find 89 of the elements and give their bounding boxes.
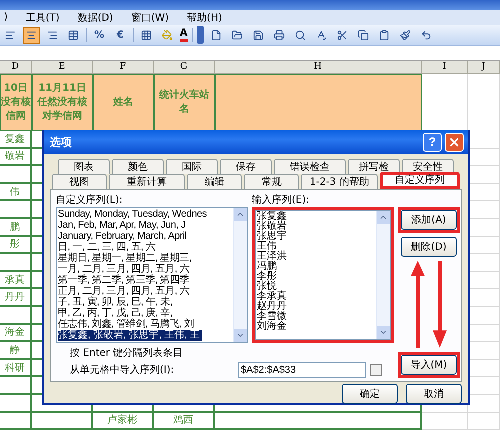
delete-button[interactable]: 删除(D) (401, 237, 457, 257)
tab[interactable]: 国际 (166, 159, 218, 174)
header-text: 姓名 (114, 96, 134, 110)
table-cell (422, 412, 468, 430)
header-text: 统计火车站 名 (160, 88, 210, 116)
header-text: 10日 没有核 信网 (1, 82, 31, 124)
cell-text: 科研 (5, 362, 25, 375)
cell-text: 彤 (10, 238, 20, 252)
entry-text: 王伟 (257, 242, 277, 252)
scroll-up-icon[interactable] (236, 210, 245, 219)
import-button[interactable]: 导入(M) (401, 355, 457, 375)
table-cell (0, 394, 32, 412)
cell-text: 丹丹 (5, 291, 25, 304)
entry-text: 王泽洪 (257, 252, 288, 262)
cell-text: 伟 (10, 186, 20, 199)
cancel-button[interactable]: 取消 (406, 384, 462, 404)
list-item[interactable]: Sunday, Monday, Tuesday, Wednes (58, 209, 209, 220)
list-item[interactable]: January, February, March, April (58, 231, 189, 242)
list-item[interactable]: 正月, 二月, 三月, 四月, 五月, 六 (58, 286, 192, 297)
cell-text: 海金 (5, 326, 25, 340)
ok-button[interactable]: 确定 (342, 384, 398, 404)
menu-item[interactable]: 窗口(W) (131, 10, 170, 24)
menu-item[interactable]: 数据(D) (78, 10, 114, 24)
tab[interactable]: 图表 (58, 159, 110, 174)
tab[interactable]: 常规 (244, 174, 300, 189)
format-button[interactable]: € (112, 26, 129, 44)
cell-text: 承真 (5, 274, 25, 287)
entry-text: 张悦 (257, 282, 277, 292)
table-cell (468, 412, 500, 430)
custom-lists-listbox[interactable] (56, 207, 248, 343)
tab[interactable]: 自定义序列 (380, 172, 460, 189)
table-cell (0, 412, 32, 430)
menu-item[interactable]: ) (4, 12, 8, 23)
list-item[interactable]: 任志伟, 刘鑫, 管维剑, 马腾飞, 刘 (58, 319, 196, 330)
toolbar-grip[interactable] (196, 26, 204, 44)
scrollbar[interactable] (376, 211, 390, 339)
list-item[interactable]: 一月, 二月, 三月, 四月, 五月, 六 (58, 264, 192, 275)
scroll-down-icon[interactable] (379, 328, 388, 337)
cell-text: 静 (10, 344, 20, 357)
menu-item[interactable]: 工具(T) (26, 10, 60, 24)
cell-text: 卢家彬 (108, 414, 138, 428)
list-item[interactable]: 子, 丑, 寅, 卯, 辰, 巳, 午, 未, (58, 297, 175, 308)
close-button[interactable] (445, 132, 464, 152)
cell-text: 鹏 (10, 220, 20, 234)
field-label: 自定义序列(L): (56, 194, 124, 207)
entry-text: 刘海金 (257, 322, 288, 332)
tab[interactable]: 编辑 (187, 174, 242, 189)
cell-text: 敬岩 (5, 150, 25, 164)
tab[interactable]: 重新计算 (109, 174, 186, 189)
align-center-icon[interactable] (23, 26, 40, 44)
list-item[interactable]: 第一季, 第二季, 第三季, 第四季 (58, 275, 192, 286)
entry-text: 赵丹丹 (257, 302, 288, 312)
entry-text: 李彤 (257, 272, 278, 282)
tab[interactable]: 拼写检 (348, 159, 400, 174)
tab[interactable]: 1-2-3 的帮助 (301, 174, 378, 189)
field-label: 输入序列(E): (252, 194, 310, 207)
entry-text: 李承真 (257, 292, 288, 302)
list-item[interactable]: 甲, 乙, 丙, 丁, 戊, 己, 庚, 辛, (58, 308, 175, 319)
font-color-button[interactable]: A (180, 28, 188, 42)
entry-text: 张敬岩 (257, 222, 288, 232)
entry-text: 冯鹏 (257, 262, 278, 272)
list-item[interactable]: Jan, Feb, Mar, Apr, May, Jun, J (58, 220, 188, 231)
dialog-title: 选项 (50, 134, 73, 150)
entry-text: 张思宇 (257, 232, 288, 242)
entries-textarea[interactable]: 张复鑫 张敬岩 张思宇 王伟 王泽洪 冯鹏 李彤 张悦 李承真 赵丹丹 李雪微 刘海金 (255, 210, 391, 340)
scroll-down-icon[interactable] (236, 331, 245, 340)
format-button[interactable]: % (91, 26, 108, 44)
entry-text: 李雪微 (257, 312, 288, 322)
list-item[interactable]: 星期日, 星期一, 星期二, 星期三, (58, 253, 194, 264)
hint-text: 按 Enter 键分隔列表条目 (69, 346, 184, 360)
close-icon (448, 136, 461, 148)
list-item[interactable]: 日, 一, 二, 三, 四, 五, 六 (58, 242, 158, 253)
tab[interactable]: 颜色 (112, 159, 164, 174)
cell-text: 鸡西 (174, 414, 194, 428)
scroll-up-icon[interactable] (379, 213, 388, 222)
tab[interactable]: 错误检查 (274, 159, 346, 174)
cell-text: 复鑫 (5, 132, 25, 146)
help-button[interactable]: ? (423, 132, 442, 152)
entry-text: 张复鑫 (257, 212, 288, 222)
collapse-dialog-button[interactable] (370, 364, 382, 376)
range-field[interactable]: $A$2:$A$33 (238, 362, 366, 378)
tab[interactable]: 保存 (220, 159, 272, 174)
add-button[interactable]: 添加(A) (401, 210, 457, 230)
import-label: 从单元格中导入序列(I): (69, 364, 176, 377)
tab[interactable]: 视图 (52, 174, 108, 189)
header-text: 11月11日 任然没有核 对学信网 (38, 82, 88, 124)
scrollbar[interactable] (233, 208, 247, 342)
menu-item[interactable]: 帮助(H) (187, 10, 222, 24)
list-item[interactable]: 张复鑫, 张敬岩, 张思宇, 王伟, 王 (58, 330, 202, 341)
